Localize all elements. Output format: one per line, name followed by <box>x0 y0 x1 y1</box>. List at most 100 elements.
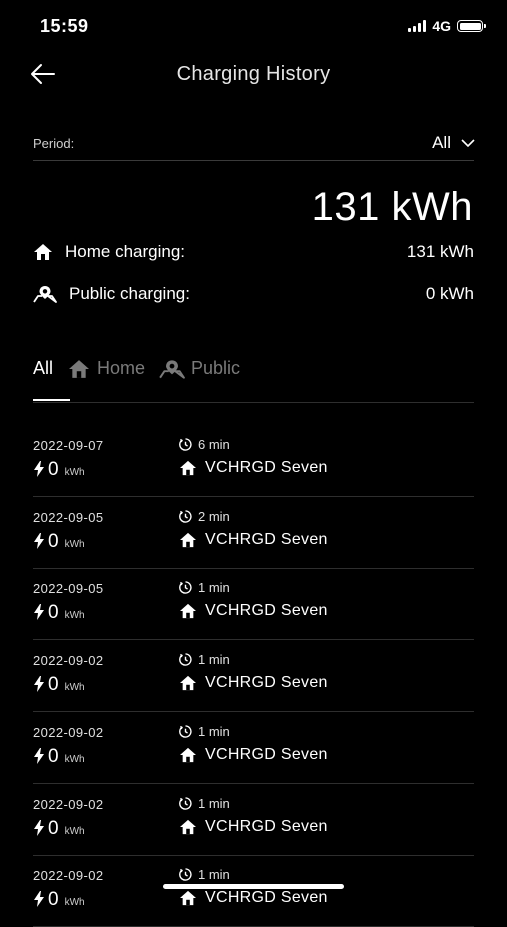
session-duration: 1 min <box>179 652 230 667</box>
home-icon <box>180 604 196 619</box>
session-energy-value: 0 <box>48 530 59 552</box>
public-charging-label: Public charging: <box>69 284 190 303</box>
session-duration: 6 min <box>179 437 230 452</box>
home-icon <box>34 244 52 260</box>
tab-all[interactable]: All <box>33 358 53 379</box>
session-charger: VCHRGD Seven <box>179 531 328 549</box>
lightning-icon <box>34 604 44 621</box>
session-charger: VCHRGD Seven <box>179 674 328 692</box>
home-indicator[interactable] <box>163 884 344 889</box>
session-duration-value: 1 min <box>198 795 230 811</box>
lightning-icon <box>34 461 44 477</box>
session-charger-name: VCHRGD Seven <box>205 745 328 763</box>
session-date: 2022-09-02 <box>33 796 104 812</box>
public-charging-value: 0 kWh <box>425 284 474 303</box>
home-icon <box>180 819 196 834</box>
session-duration: 1 min <box>179 580 230 595</box>
session-energy-value: 0 <box>48 602 59 624</box>
session-row[interactable]: 2022-09-02 0 kWh 1 min VCHRGD Seven <box>33 712 474 784</box>
battery-icon <box>457 20 486 32</box>
session-energy: 0 kWh <box>33 531 85 553</box>
page-title: Charging History <box>176 63 331 85</box>
session-date: 2022-09-02 <box>33 724 104 740</box>
session-charger-name: VCHRGD Seven <box>205 530 328 548</box>
period-dropdown[interactable]: All <box>432 133 475 153</box>
home-icon <box>180 460 196 476</box>
timer-icon <box>179 438 192 451</box>
session-energy: 0 kWh <box>33 818 85 840</box>
session-energy-unit: kWh <box>64 753 85 765</box>
tab-public[interactable]: Public <box>159 358 240 379</box>
session-charger: VCHRGD Seven <box>179 459 328 477</box>
tab-home-label: Home <box>97 358 146 378</box>
status-time: 15:59 <box>40 16 89 36</box>
session-energy-unit: kWh <box>64 682 85 694</box>
home-icon <box>180 891 196 906</box>
session-charger-name: VCHRGD Seven <box>205 602 328 620</box>
session-duration: 2 min <box>179 509 230 524</box>
session-row[interactable]: 2022-09-02 0 kWh 1 min VCHRGD Seven <box>33 855 474 927</box>
total-energy: 131 kWh <box>311 185 473 229</box>
session-duration: 1 min <box>179 867 230 882</box>
session-charger-name: VCHRGD Seven <box>205 674 328 692</box>
session-energy: 0 kWh <box>33 459 85 481</box>
home-charging-row: Home charging: 131 kWh <box>33 242 474 262</box>
home-icon <box>69 359 90 378</box>
divider <box>33 160 474 161</box>
public-charging-icon <box>33 286 57 303</box>
session-charger-name: VCHRGD Seven <box>205 459 328 476</box>
session-date: 2022-09-02 <box>33 868 104 884</box>
public-charging-row: Public charging: 0 kWh <box>33 284 474 304</box>
period-label: Period: <box>33 136 75 151</box>
session-duration-value: 1 min <box>198 723 230 739</box>
session-energy-unit: kWh <box>64 467 85 478</box>
session-charger: VCHRGD Seven <box>179 602 328 620</box>
session-charger: VCHRGD Seven <box>179 746 328 764</box>
session-row[interactable]: 2022-09-02 0 kWh 1 min VCHRGD Seven <box>33 784 474 856</box>
session-charger-name: VCHRGD Seven <box>205 889 328 907</box>
session-energy-unit: kWh <box>64 538 85 550</box>
home-icon <box>180 532 196 547</box>
session-energy-value: 0 <box>48 889 59 911</box>
session-energy-unit: kWh <box>64 897 85 909</box>
session-energy-value: 0 <box>48 459 59 480</box>
status-icons: 4G <box>408 18 486 34</box>
tab-home[interactable]: Home <box>67 358 145 379</box>
filter-tabs: All Home Public <box>33 358 240 379</box>
tabs-divider <box>33 402 474 403</box>
timer-icon <box>179 653 192 666</box>
home-icon <box>180 675 196 691</box>
tab-public-label: Public <box>191 358 241 378</box>
home-icon <box>180 747 196 762</box>
session-energy-value: 0 <box>48 674 59 696</box>
session-duration: 1 min <box>179 724 230 739</box>
session-energy-value: 0 <box>48 745 59 767</box>
session-energy-value: 0 <box>48 817 59 839</box>
home-charging-label: Home charging: <box>65 242 186 261</box>
lightning-icon <box>34 891 44 908</box>
session-charger: VCHRGD Seven <box>179 889 328 907</box>
session-date: 2022-09-02 <box>33 653 104 669</box>
active-tab-indicator <box>33 399 70 401</box>
timer-icon <box>179 725 192 738</box>
timer-icon <box>179 581 192 595</box>
timer-icon <box>179 796 192 810</box>
session-row[interactable]: 2022-09-05 0 kWh 2 min VCHRGD Seven <box>33 497 474 569</box>
session-row[interactable]: 2022-09-07 0 kWh 6 min VCHRGD Seven <box>33 425 474 497</box>
network-type: 4G <box>432 18 451 34</box>
session-charger-name: VCHRGD Seven <box>205 817 328 835</box>
session-duration-value: 2 min <box>198 508 230 524</box>
timer-icon <box>179 868 192 881</box>
session-charger: VCHRGD Seven <box>179 818 328 836</box>
session-duration-value: 6 min <box>198 437 230 452</box>
session-row[interactable]: 2022-09-05 0 kWh 1 min VCHRGD Seven <box>33 568 474 641</box>
session-date: 2022-09-05 <box>33 581 104 597</box>
lightning-icon <box>34 819 44 836</box>
session-energy: 0 kWh <box>33 746 85 768</box>
signal-icon <box>408 20 427 32</box>
session-energy: 0 kWh <box>33 674 85 696</box>
lightning-icon <box>34 532 44 549</box>
home-charging-value: 131 kWh <box>406 242 474 261</box>
tab-all-label: All <box>33 358 54 378</box>
session-row[interactable]: 2022-09-02 0 kWh 1 min VCHRGD Seven <box>33 640 474 713</box>
